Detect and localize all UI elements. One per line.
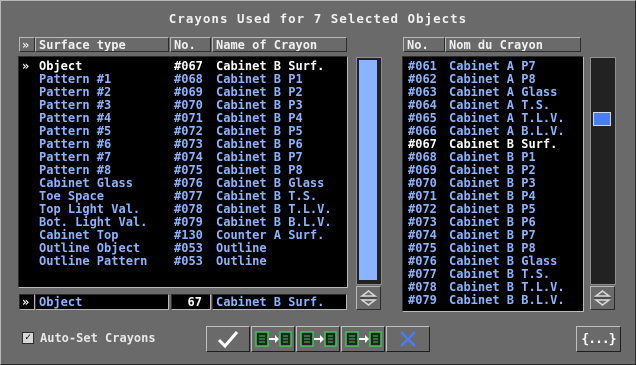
crayon-number-cell: #079	[408, 293, 437, 307]
right-no-header[interactable]: No.	[403, 37, 445, 52]
ok-button[interactable]	[206, 326, 250, 352]
dialog-title: Crayons Used for 7 Selected Objects	[168, 11, 468, 26]
crayon-list-row[interactable]: #079 Cabinet B B.L.V.	[403, 294, 583, 307]
surface-list-row[interactable]: Outline Pattern #053 Outline	[19, 255, 347, 268]
cancel-button[interactable]	[386, 326, 430, 352]
copy-crayons-button-2[interactable]	[296, 326, 340, 352]
copy-crayon-icon	[345, 331, 382, 347]
edit-surface-field: Object	[35, 294, 169, 310]
crayon-name-cell: Outline	[216, 254, 267, 268]
nom-du-crayon-header[interactable]: Nom du Crayon	[445, 37, 581, 52]
copy-crayon-icon	[255, 331, 292, 347]
surface-list[interactable]: » Object #067 Cabinet B Surf. Pattern #1 #068…	[18, 56, 348, 288]
right-scrollbar[interactable]	[590, 57, 616, 285]
edit-marker: »	[19, 294, 35, 310]
auto-set-label: Auto-Set Crayons	[40, 331, 156, 345]
left-scroll-thumb[interactable]	[359, 60, 377, 280]
copy-crayons-button-3[interactable]	[341, 326, 385, 352]
more-options-button[interactable]: {...}	[576, 326, 621, 352]
edit-crayon-number-field[interactable]: 67	[171, 294, 211, 310]
copy-crayon-icon	[300, 331, 337, 347]
copy-crayons-button-1[interactable]	[251, 326, 295, 352]
left-marker-header: »	[19, 37, 35, 52]
checkmark-icon	[217, 331, 239, 349]
more-options-label: {...}	[581, 331, 616, 347]
right-scroll-thumb[interactable]	[593, 112, 611, 126]
surface-type-header[interactable]: Surface type	[35, 37, 169, 52]
row-marker: »	[22, 59, 30, 73]
cancel-x-icon	[400, 331, 416, 347]
crayon-number-cell: #053	[174, 254, 203, 268]
right-scroll-arrows[interactable]	[590, 286, 615, 310]
crayon-name-cell: Cabinet B B.L.V.	[449, 293, 565, 307]
up-down-arrows-icon	[593, 290, 612, 306]
surface-type-cell: Outline Pattern	[39, 254, 148, 268]
name-of-crayon-header[interactable]: Name of Crayon	[212, 37, 347, 52]
left-no-header[interactable]: No.	[170, 37, 211, 52]
left-scroll-arrows[interactable]	[356, 286, 381, 310]
edit-crayon-name-field[interactable]: Cabinet B Surf.	[212, 294, 347, 310]
crayon-list[interactable]: #061 Cabinet A P7 #062 Cabinet A P8 #063 Cabi…	[402, 56, 584, 312]
left-scrollbar[interactable]	[356, 57, 382, 285]
auto-set-checkbox[interactable]: ✓	[22, 332, 34, 344]
up-down-arrows-icon	[359, 290, 378, 306]
